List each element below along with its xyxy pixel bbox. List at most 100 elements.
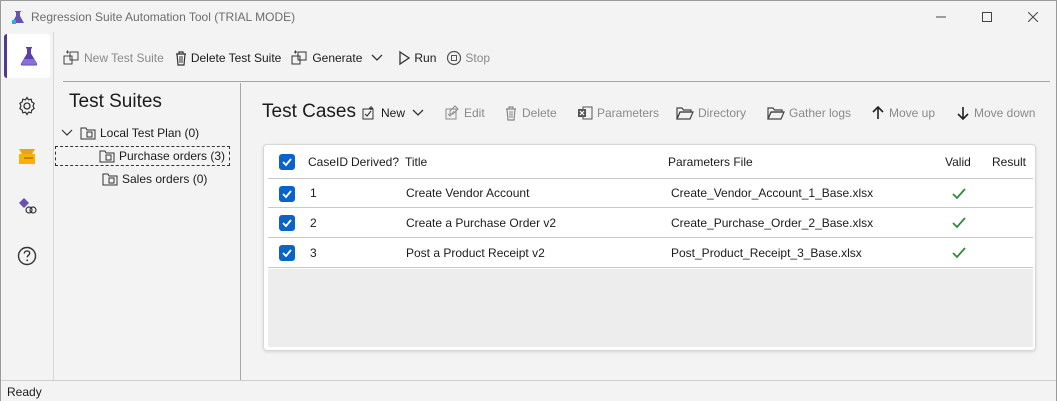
test-cases-grid: CaseID Derived? Title Parameters File Va… — [263, 144, 1036, 351]
gather-logs-button[interactable]: Gather logs — [767, 102, 851, 124]
new-test-suite-button[interactable]: New Test Suite — [63, 46, 164, 70]
select-all-checkbox[interactable] — [279, 154, 295, 170]
minimize-button[interactable] — [918, 1, 964, 32]
grid-empty-area — [268, 269, 1033, 347]
col-result[interactable]: Result — [992, 155, 1026, 169]
generate-button[interactable]: Generate — [291, 46, 387, 70]
delete-case-label: Delete — [522, 106, 557, 120]
app-window: Regression Suite Automation Tool (TRIAL … — [0, 0, 1057, 401]
move-up-button[interactable]: Move up — [871, 102, 935, 124]
help-icon — [17, 246, 37, 266]
chevron-down-icon — [61, 129, 73, 136]
toolbar-divider — [63, 81, 1050, 82]
status-text: Ready — [7, 384, 42, 399]
test-suites-panel: Test Suites Local Test Plan (0) Purchase… — [54, 83, 241, 380]
minimize-icon — [936, 16, 946, 17]
stop-button[interactable]: Stop — [446, 46, 490, 70]
valid-check-icon — [952, 247, 966, 259]
new-case-button[interactable]: New — [361, 102, 429, 124]
flask-icon — [20, 47, 37, 66]
arrow-up-icon — [872, 105, 884, 119]
table-row[interactable]: 2 Create a Purchase Order v2 Create_Purc… — [268, 208, 1033, 238]
row-caseid: 1 — [310, 186, 317, 200]
app-logo-icon — [12, 10, 24, 24]
row-checkbox[interactable] — [279, 245, 295, 261]
stop-icon — [447, 50, 462, 66]
arrow-down-icon — [957, 107, 969, 121]
delete-test-suite-button[interactable]: Delete Test Suite — [174, 46, 282, 70]
suite-folder-icon — [99, 150, 115, 163]
tree-item-local-test-plan[interactable]: Local Test Plan (0) — [60, 123, 199, 143]
gear-icon — [19, 96, 35, 116]
directory-button[interactable]: Directory — [676, 102, 746, 124]
row-title: Post a Product Receipt v2 — [406, 245, 545, 260]
title-bar: Regression Suite Automation Tool (TRIAL … — [1, 1, 1056, 32]
chevron-down-icon — [371, 54, 383, 61]
close-button[interactable] — [1010, 1, 1056, 32]
main-toolbar: New Test Suite Delete Test Suite Generat… — [63, 45, 500, 71]
folder-open-icon — [676, 107, 694, 120]
generate-icon — [291, 50, 307, 65]
window-title: Regression Suite Automation Tool (TRIAL … — [31, 9, 296, 24]
new-suite-icon — [63, 50, 79, 65]
row-checkbox[interactable] — [279, 186, 295, 202]
stop-label: Stop — [465, 51, 491, 65]
nav-test-suites[interactable] — [4, 34, 50, 78]
checkmark-icon — [282, 219, 292, 228]
valid-check-icon — [952, 188, 966, 200]
test-cases-heading: Test Cases — [262, 101, 356, 122]
link-icon — [19, 198, 37, 214]
test-plan-icon — [80, 127, 96, 140]
task-folder-icon — [19, 149, 35, 164]
new-case-icon — [362, 106, 374, 120]
gather-logs-label: Gather logs — [789, 106, 852, 120]
chevron-down-icon — [412, 109, 424, 116]
table-row[interactable]: 1 Create Vendor Account Create_Vendor_Ac… — [268, 178, 1033, 208]
nav-task-recorder[interactable] — [4, 134, 50, 178]
test-suites-heading: Test Suites — [69, 91, 162, 112]
trash-icon — [175, 51, 186, 66]
tree-item-label: Purchase orders (3) — [119, 149, 226, 163]
parameters-button[interactable]: Parameters — [577, 102, 659, 124]
excel-icon — [578, 106, 593, 120]
parameters-label: Parameters — [597, 106, 660, 120]
suite-folder-icon — [102, 173, 118, 186]
tree-item-sales-orders[interactable]: Sales orders (0) — [102, 169, 207, 189]
valid-check-icon — [952, 217, 966, 229]
new-case-label: New — [381, 106, 406, 120]
maximize-icon — [982, 11, 992, 22]
row-checkbox[interactable] — [279, 215, 295, 231]
nav-settings[interactable] — [4, 84, 50, 128]
run-label: Run — [414, 51, 437, 65]
col-caseid[interactable]: CaseID — [308, 155, 348, 169]
folder-open-icon — [767, 107, 785, 120]
checkmark-icon — [282, 249, 292, 258]
move-down-button[interactable]: Move down — [956, 102, 1035, 124]
row-caseid: 3 — [310, 245, 317, 260]
edit-case-button[interactable]: Edit — [444, 102, 485, 124]
col-derived[interactable]: Derived? — [351, 155, 399, 169]
col-title[interactable]: Title — [405, 155, 427, 169]
directory-label: Directory — [698, 106, 747, 120]
row-title: Create a Purchase Order v2 — [406, 215, 557, 230]
tree-item-purchase-orders[interactable]: Purchase orders (3) — [55, 146, 231, 166]
row-parameters-file: Post_Product_Receipt_3_Base.xlsx — [671, 245, 862, 260]
nav-connections[interactable] — [4, 184, 50, 228]
nav-help[interactable] — [4, 234, 50, 278]
delete-test-suite-label: Delete Test Suite — [190, 51, 282, 65]
run-button[interactable]: Run — [397, 46, 436, 70]
row-title: Create Vendor Account — [406, 186, 530, 200]
delete-case-button[interactable]: Delete — [504, 102, 557, 124]
checkmark-icon — [282, 158, 292, 167]
generate-label: Generate — [312, 51, 363, 65]
row-caseid: 2 — [310, 215, 317, 230]
col-valid[interactable]: Valid — [945, 155, 971, 169]
table-row[interactable]: 3 Post a Product Receipt v2 Post_Product… — [268, 238, 1033, 268]
status-bar: Ready — [1, 380, 1056, 401]
tree-item-label: Sales orders (0) — [122, 172, 208, 186]
maximize-button[interactable] — [964, 1, 1010, 32]
close-icon — [1028, 11, 1038, 22]
col-parameters-file[interactable]: Parameters File — [668, 155, 753, 169]
checkmark-icon — [282, 190, 292, 199]
move-up-label: Move up — [889, 106, 936, 120]
